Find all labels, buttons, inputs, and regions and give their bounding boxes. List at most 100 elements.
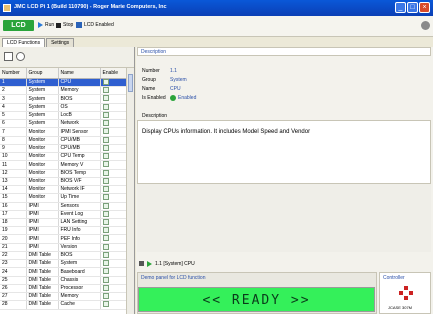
table-cell: DMI Table xyxy=(26,300,59,310)
table-row[interactable]: 17 IPMI Event Log xyxy=(0,210,126,219)
enable-checkbox[interactable] xyxy=(100,144,126,154)
table-row[interactable]: 11 Monitor Memory V xyxy=(0,160,126,170)
table-cell: 18 xyxy=(0,218,27,228)
help-icon[interactable] xyxy=(421,21,430,30)
number-value: 1.1 xyxy=(170,68,177,74)
table-row[interactable]: 14 Monitor Network IF xyxy=(0,185,126,195)
table-row[interactable]: 24 DMI Table Baseboard xyxy=(0,267,126,277)
checkbox-icon xyxy=(102,227,109,234)
table-row[interactable]: 15 Monitor Up Time xyxy=(0,193,126,203)
enable-checkbox[interactable] xyxy=(100,185,126,195)
column-header[interactable]: Number xyxy=(0,68,27,79)
description-header: Description xyxy=(137,47,431,56)
table-cell: 1 xyxy=(0,78,27,88)
document-icon[interactable] xyxy=(4,52,13,61)
enable-checkbox[interactable] xyxy=(100,152,126,162)
table-row[interactable]: 19 IPMI FRU Info xyxy=(0,226,126,236)
table-cell: BIOS V/F xyxy=(58,177,101,187)
table-row[interactable]: 6 System Network xyxy=(0,119,126,129)
table-row[interactable]: 21 IPMI Version xyxy=(0,243,126,252)
table-row[interactable]: 20 IPMI PEF Info xyxy=(0,234,126,244)
enable-checkbox[interactable] xyxy=(100,160,126,170)
description-text: Display CPUs information. It includes Mo… xyxy=(142,129,311,135)
close-button[interactable]: × xyxy=(419,2,430,13)
enable-checkbox[interactable] xyxy=(100,210,126,219)
column-header[interactable]: Name xyxy=(58,68,101,79)
functions-panel: Number Group Name Enable 1 System CPU 2 System M… xyxy=(0,47,135,314)
enable-checkbox[interactable] xyxy=(100,259,126,269)
enable-checkbox[interactable] xyxy=(100,276,126,285)
run-button[interactable]: Run xyxy=(38,22,54,28)
table-cell: Monitor xyxy=(26,144,59,154)
enable-checkbox[interactable] xyxy=(100,177,126,187)
table-row[interactable]: 16 IPMI Sensors xyxy=(0,202,126,211)
lcd-enabled-button[interactable]: LCD Enabled xyxy=(76,22,114,28)
table-cell: System xyxy=(58,259,101,269)
enable-checkbox[interactable] xyxy=(100,111,126,121)
table-row[interactable]: 8 Monitor CPU/MB xyxy=(0,136,126,145)
table-row[interactable]: 1 System CPU xyxy=(0,78,126,88)
checkbox-icon xyxy=(102,235,109,242)
enable-checkbox[interactable] xyxy=(100,234,126,244)
enable-checkbox[interactable] xyxy=(100,136,126,145)
enable-checkbox[interactable] xyxy=(100,103,126,112)
refresh-icon[interactable] xyxy=(16,52,25,61)
table-row[interactable]: 26 DMI Table Processor xyxy=(0,284,126,294)
table-cell: 20 xyxy=(0,234,27,244)
enable-checkbox[interactable] xyxy=(100,119,126,129)
table-cell: Monitor xyxy=(26,127,59,137)
scroll-thumb[interactable] xyxy=(128,74,133,92)
enable-checkbox[interactable] xyxy=(100,202,126,211)
enable-checkbox[interactable] xyxy=(100,78,126,88)
column-header[interactable]: Enable xyxy=(100,68,126,79)
checkbox-icon xyxy=(102,161,109,168)
table-row[interactable]: 3 System BIOS xyxy=(0,94,126,104)
table-row[interactable]: 27 DMI Table Memory xyxy=(0,292,126,302)
table-row[interactable]: 2 System Memory xyxy=(0,86,126,96)
table-row[interactable]: 13 Monitor BIOS V/F xyxy=(0,177,126,187)
table-row[interactable]: 18 IPMI LAN Setting xyxy=(0,218,126,228)
table-cell: Monitor xyxy=(26,136,59,145)
enable-checkbox[interactable] xyxy=(100,86,126,96)
enabled-toggle[interactable]: Enabled xyxy=(170,94,196,103)
table-row[interactable]: 28 DMI Table Cache xyxy=(0,300,126,310)
enable-checkbox[interactable] xyxy=(100,127,126,137)
enable-checkbox[interactable] xyxy=(100,226,126,236)
stop-icon[interactable] xyxy=(139,261,144,266)
enable-checkbox[interactable] xyxy=(100,218,126,228)
table-row[interactable]: 12 Monitor BIOS Temp xyxy=(0,169,126,178)
table-row[interactable]: 22 DMI Table BIOS xyxy=(0,251,126,261)
enable-checkbox[interactable] xyxy=(100,284,126,294)
table-row[interactable]: 9 Monitor CPU/MB xyxy=(0,144,126,154)
app-icon xyxy=(3,4,11,12)
enable-checkbox[interactable] xyxy=(100,267,126,277)
table-row[interactable]: 4 System OS xyxy=(0,103,126,112)
minimize-button[interactable]: _ xyxy=(395,2,406,13)
number-label: Number xyxy=(142,68,160,74)
play-icon xyxy=(38,22,43,28)
stop-button[interactable]: Stop xyxy=(56,22,73,28)
table-row[interactable]: 5 System LocB xyxy=(0,111,126,121)
table-cell: 7 xyxy=(0,127,27,137)
table-scrollbar[interactable] xyxy=(126,68,134,314)
enable-checkbox[interactable] xyxy=(100,94,126,104)
table-row[interactable]: 10 Monitor CPU Temp xyxy=(0,152,126,162)
enable-checkbox[interactable] xyxy=(100,169,126,178)
enable-checkbox[interactable] xyxy=(100,292,126,302)
maximize-button[interactable]: □ xyxy=(407,2,418,13)
table-cell: LAN Setting xyxy=(58,218,101,228)
table-cell: CPU xyxy=(58,78,101,88)
enable-checkbox[interactable] xyxy=(100,243,126,252)
table-row[interactable]: 7 Monitor IPMI Sensor xyxy=(0,127,126,137)
table-cell: DMI Table xyxy=(26,292,59,302)
play-icon[interactable] xyxy=(147,260,152,267)
enable-checkbox[interactable] xyxy=(100,193,126,203)
table-row[interactable]: 25 DMI Table Chassis xyxy=(0,276,126,285)
enable-checkbox[interactable] xyxy=(100,300,126,310)
table-cell: Memory xyxy=(58,86,101,96)
table-row[interactable]: 23 DMI Table System xyxy=(0,259,126,269)
enable-checkbox[interactable] xyxy=(100,251,126,261)
table-cell: IPMI xyxy=(26,226,59,236)
table-cell: Chassis xyxy=(58,276,101,285)
column-header[interactable]: Group xyxy=(26,68,59,79)
